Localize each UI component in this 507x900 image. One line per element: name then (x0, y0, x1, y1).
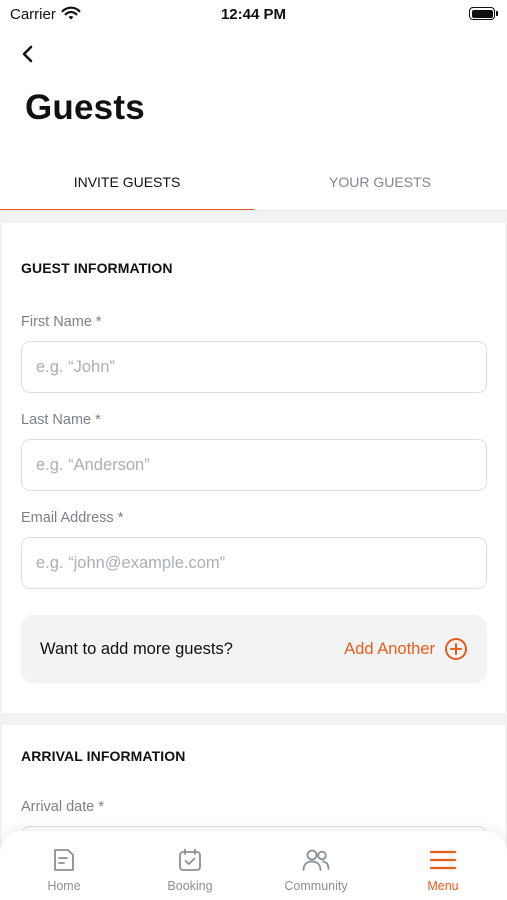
arrival-date-label: Arrival date * (21, 799, 105, 815)
first-name-label: First Name * (21, 314, 102, 330)
guest-information-card: GUEST INFORMATION First Name * Last Name… (2, 223, 505, 713)
plus-circle-icon (445, 638, 467, 660)
nav-booking[interactable]: Booking (127, 831, 253, 900)
form-scroll-area[interactable]: GUEST INFORMATION First Name * Last Name… (0, 211, 507, 900)
section-title-guest-information: GUEST INFORMATION (21, 260, 173, 276)
tab-bar: INVITE GUESTS YOUR GUESTS (0, 152, 507, 212)
section-title-arrival-information: ARRIVAL INFORMATION (21, 748, 186, 764)
tab-invite-guests[interactable]: INVITE GUESTS (0, 152, 254, 212)
nav-label-community: Community (284, 879, 348, 893)
people-icon (301, 845, 331, 875)
add-another-label: Add Another (344, 639, 435, 658)
home-icon (49, 845, 79, 875)
menu-icon (428, 845, 458, 875)
status-bar: Carrier 12:44 PM (0, 0, 507, 30)
first-name-input[interactable] (21, 341, 487, 393)
add-another-button[interactable]: Add Another (344, 635, 468, 663)
nav-label-home: Home (47, 879, 81, 893)
nav-community[interactable]: Community (253, 831, 379, 900)
add-more-guests-text: Want to add more guests? (40, 640, 233, 658)
calendar-check-icon (175, 845, 205, 875)
battery-icon (469, 7, 499, 21)
page-title: Guests (25, 88, 145, 127)
add-more-guests-banner: Want to add more guests? Add Another (21, 615, 487, 683)
last-name-input[interactable] (21, 439, 487, 491)
back-button[interactable] (12, 38, 44, 70)
nav-label-menu: Menu (427, 879, 459, 893)
email-input[interactable] (21, 537, 487, 589)
status-time: 12:44 PM (220, 6, 287, 23)
tab-your-guests[interactable]: YOUR GUESTS (253, 152, 507, 212)
nav-home[interactable]: Home (1, 831, 127, 900)
last-name-label: Last Name * (21, 412, 101, 428)
chevron-left-icon (22, 45, 33, 63)
nav-menu[interactable]: Menu (380, 831, 506, 900)
nav-label-booking: Booking (167, 879, 213, 893)
email-label: Email Address * (21, 510, 124, 526)
bottom-navigation: Home Booking Community Menu (0, 831, 507, 900)
